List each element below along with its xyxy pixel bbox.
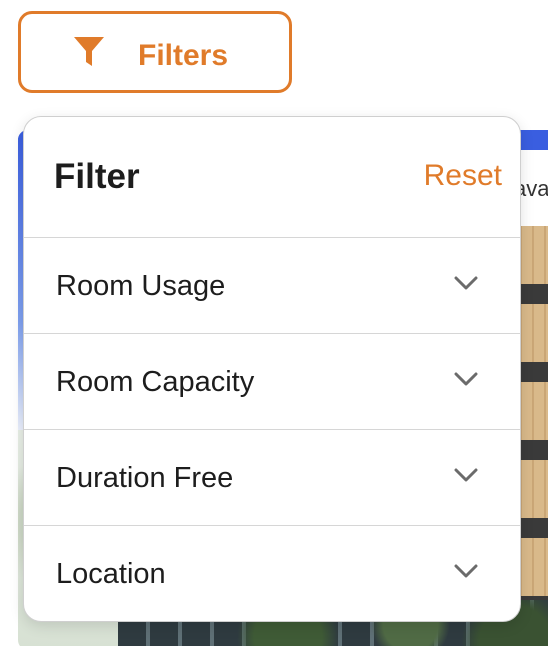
filter-panel-header: Filter Reset [24, 117, 520, 238]
funnel-icon [74, 37, 104, 66]
screen: ava Filters Filter Reset Room Usage Room… [0, 0, 548, 646]
filter-row-room-capacity[interactable]: Room Capacity [24, 334, 520, 430]
filter-row-label: Duration Free [56, 462, 234, 494]
filter-panel: Filter Reset Room Usage Room Capacity Du… [23, 116, 521, 622]
filter-row-label: Room Usage [56, 270, 226, 302]
filters-button[interactable]: Filters [18, 11, 292, 93]
filter-panel-title: Filter [54, 157, 140, 196]
filters-button-label: Filters [138, 39, 229, 72]
filter-row-room-usage[interactable]: Room Usage [24, 238, 520, 334]
reset-button[interactable]: Reset [424, 159, 502, 193]
filter-row-duration-free[interactable]: Duration Free [24, 430, 520, 526]
filter-row-label: Room Capacity [56, 366, 255, 398]
chevron-down-icon [454, 276, 478, 290]
chevron-down-icon [454, 372, 478, 386]
filter-row-label: Location [56, 558, 166, 590]
chevron-down-icon [454, 468, 478, 482]
chevron-down-icon [454, 564, 478, 578]
filter-row-location[interactable]: Location [24, 526, 520, 621]
